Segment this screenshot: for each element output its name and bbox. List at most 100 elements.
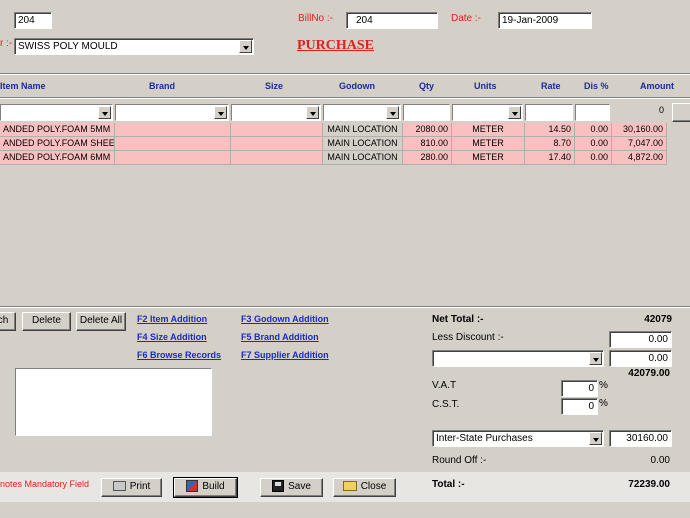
cell-qty[interactable]: 2080.00 [403, 123, 452, 137]
cell-rate[interactable]: 14.50 [525, 123, 575, 137]
f5-brand-addition-link[interactable]: F5 Brand Addition [241, 332, 319, 342]
build-button[interactable]: Build [173, 477, 238, 498]
cell-qty[interactable]: 810.00 [403, 137, 452, 151]
size-filter-combo[interactable] [231, 104, 321, 121]
cell-rate[interactable]: 8.70 [525, 137, 575, 151]
chevron-down-icon[interactable] [589, 432, 602, 445]
amount-filter-value: 0 [658, 105, 664, 115]
save-button[interactable]: Save [260, 478, 323, 497]
vat-input[interactable]: 0 [561, 380, 598, 397]
col-header-dis: Dis % [584, 81, 609, 91]
col-header-qty: Qty [419, 81, 435, 91]
item-filter-combo[interactable] [0, 104, 113, 121]
cell-brand[interactable] [115, 151, 231, 165]
dis-input[interactable] [575, 104, 610, 121]
after-discount-value: 42079.00 [628, 368, 670, 379]
round-off-label: Round Off :- [432, 455, 487, 466]
cell-item[interactable]: ANDED POLY.FOAM SHEET [0, 137, 115, 151]
grid-top-divider [0, 73, 690, 75]
col-header-units: Units [474, 81, 497, 91]
round-off-value: 0.00 [650, 455, 670, 466]
units-filter-combo[interactable] [452, 104, 523, 121]
folder-icon [342, 481, 357, 492]
f3-godown-addition-link[interactable]: F3 Godown Addition [241, 314, 329, 324]
cst-percent-sign: % [599, 398, 608, 409]
mandatory-field-note: notes Mandatory Field [0, 479, 90, 489]
godown-filter-combo[interactable] [323, 104, 401, 121]
close-button[interactable]: Close [333, 478, 396, 497]
cell-brand[interactable] [115, 137, 231, 151]
delete-button[interactable]: Delete [22, 312, 71, 331]
cell-qty[interactable]: 280.00 [403, 151, 452, 165]
cell-amount[interactable]: 4,872.00 [612, 151, 667, 165]
cst-label: C.S.T. [432, 399, 460, 410]
cell-godown[interactable]: MAIN LOCATION [323, 151, 403, 165]
f2-item-addition-link[interactable]: F2 Item Addition [137, 314, 207, 324]
billno-field[interactable]: 204 [346, 12, 438, 29]
brand-filter-combo[interactable] [115, 104, 229, 121]
grid-header-divider [0, 97, 690, 99]
chevron-down-icon[interactable] [386, 106, 399, 119]
chevron-down-icon[interactable] [239, 40, 252, 53]
date-field[interactable]: 19-Jan-2009 [498, 12, 592, 29]
chevron-down-icon[interactable] [98, 106, 111, 119]
cell-dis[interactable]: 0.00 [575, 151, 612, 165]
supplier-combo[interactable]: SWISS POLY MOULD [14, 38, 254, 55]
col-header-godown: Godown [339, 81, 375, 91]
vat-percent-sign: % [599, 380, 608, 391]
purchase-type-amount-input[interactable]: 30160.00 [609, 430, 672, 447]
bill-number-field-left[interactable]: 204 [14, 12, 52, 29]
cell-rate[interactable]: 17.40 [525, 151, 575, 165]
cell-units[interactable]: METER [452, 137, 525, 151]
col-header-amount: Amount [640, 81, 674, 91]
total-value: 72239.00 [628, 479, 670, 490]
billno-label: BillNo :- [298, 13, 334, 24]
discount-type-combo[interactable] [432, 350, 604, 367]
qty-input[interactable] [403, 104, 450, 121]
search-button[interactable]: ch [0, 312, 16, 331]
cell-size[interactable] [231, 137, 323, 151]
purchase-type-combo[interactable]: Inter-State Purchases [432, 430, 604, 447]
cell-size[interactable] [231, 123, 323, 137]
col-header-size: Size [265, 81, 284, 91]
cst-input[interactable]: 0 [561, 398, 598, 415]
cell-item[interactable]: ANDED POLY.FOAM 5MM [0, 123, 115, 137]
chevron-down-icon[interactable] [306, 106, 319, 119]
rate-input[interactable] [525, 104, 573, 121]
cell-size[interactable] [231, 151, 323, 165]
date-label: Date :- [451, 13, 482, 24]
cell-amount[interactable]: 30,160.00 [612, 123, 667, 137]
chevron-down-icon[interactable] [214, 106, 227, 119]
net-total-label: Net Total :- [432, 314, 484, 325]
supplier-label: r :- [0, 38, 13, 49]
less-discount-input[interactable]: 0.00 [609, 331, 672, 348]
f4-size-addition-link[interactable]: F4 Size Addition [137, 332, 207, 342]
printer-icon [112, 481, 126, 492]
chevron-down-icon[interactable] [508, 106, 521, 119]
cell-amount[interactable]: 7,047.00 [612, 137, 667, 151]
less-discount-label: Less Discount :- [432, 332, 504, 343]
cell-units[interactable]: METER [452, 123, 525, 137]
add-row-button[interactable] [672, 103, 690, 122]
cell-dis[interactable]: 0.00 [575, 137, 612, 151]
floppy-disk-icon [272, 480, 285, 493]
notes-textarea[interactable] [15, 368, 212, 436]
col-header-brand: Brand [149, 81, 176, 91]
grid-bottom-divider [0, 306, 690, 308]
cell-dis[interactable]: 0.00 [575, 123, 612, 137]
build-icon [186, 480, 199, 493]
f7-supplier-addition-link[interactable]: F7 Supplier Addition [241, 350, 329, 360]
discount-amount-input[interactable]: 0.00 [609, 350, 672, 367]
form-title: PURCHASE [297, 38, 375, 53]
cell-brand[interactable] [115, 123, 231, 137]
cell-units[interactable]: METER [452, 151, 525, 165]
f6-browse-records-link[interactable]: F6 Browse Records [137, 350, 221, 360]
col-header-item: Item Name [0, 81, 46, 91]
total-label: Total :- [432, 479, 465, 490]
print-button[interactable]: Print [101, 478, 162, 497]
chevron-down-icon[interactable] [589, 352, 602, 365]
delete-all-button[interactable]: Delete All [76, 312, 126, 331]
cell-godown[interactable]: MAIN LOCATION [323, 123, 403, 137]
cell-godown[interactable]: MAIN LOCATION [323, 137, 403, 151]
cell-item[interactable]: ANDED POLY.FOAM 6MM [0, 151, 115, 165]
